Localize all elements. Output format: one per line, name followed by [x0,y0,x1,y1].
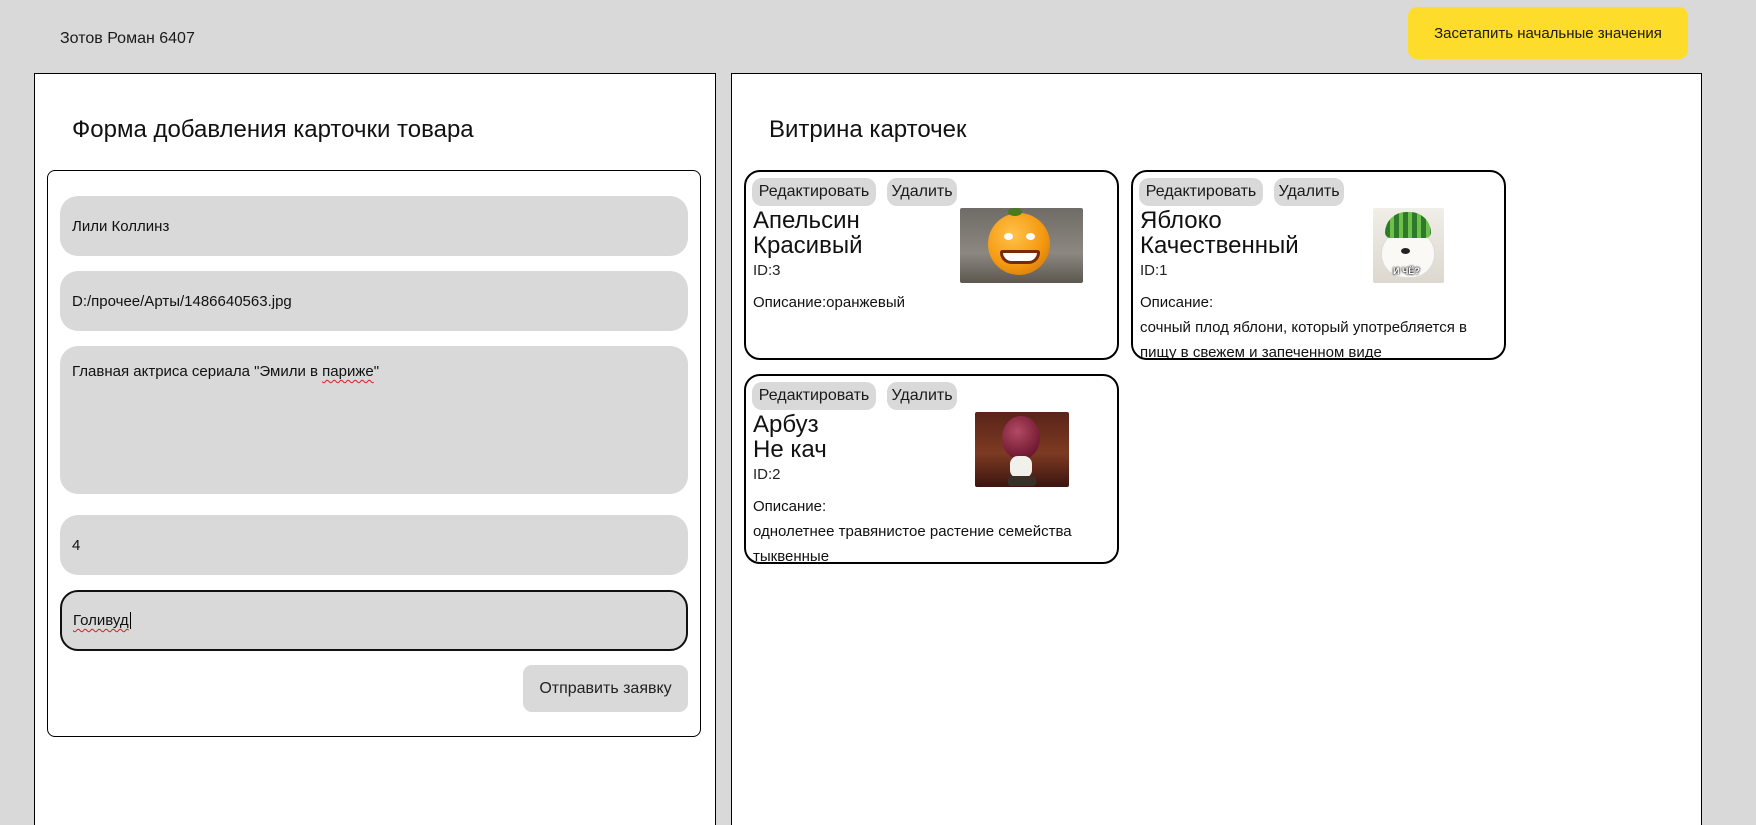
form-title: Форма добавления карточки товара [72,116,474,143]
showcase-panel: Витрина карточек Редактировать Удалить А… [731,73,1702,825]
author-label: Зотов Роман 6407 [60,30,195,47]
card-name: Арбуз Не кач [753,411,827,463]
card-description: Описание: сочный плод яблони, который уп… [1140,294,1467,360]
number-input[interactable]: 4 [60,515,688,575]
image-path-input-value: D:/прочее/Арты/1486640563.jpg [72,292,292,310]
card-description: Описание: однолетнее травянистое растени… [753,498,1072,564]
card-id: ID:1 [1140,262,1168,279]
add-card-form: Лили Коллинз D:/прочее/Арты/1486640563.j… [47,170,701,737]
category-input[interactable]: Голивуд [60,590,688,651]
edit-button[interactable]: Редактировать [1139,178,1263,206]
card-id: ID:3 [753,262,781,279]
description-textarea[interactable]: Главная актриса сериала "Эмили в париже" [60,346,688,494]
reset-initial-values-button[interactable]: Засетапить начальные значения [1408,7,1688,59]
image-path-input[interactable]: D:/прочее/Арты/1486640563.jpg [60,271,688,331]
card-description: Описание:оранжевый [753,294,905,311]
product-card: Редактировать Удалить Арбуз Не кач ID:2 … [744,374,1119,564]
submit-button[interactable]: Отправить заявку [523,665,688,712]
edit-button[interactable]: Редактировать [752,382,876,410]
delete-button[interactable]: Удалить [1274,178,1344,206]
delete-button[interactable]: Удалить [887,178,957,206]
name-input-value: Лили Коллинз [72,217,170,235]
dog-with-watermelon-hat-image: И ЧЁ? [1373,208,1444,283]
plum-figure-image [975,412,1069,487]
text-caret [129,612,131,629]
laughing-orange-image [960,208,1083,283]
card-name: Апельсин Красивый [753,207,863,259]
card-name: Яблоко Качественный [1140,207,1299,259]
delete-button[interactable]: Удалить [887,382,957,410]
category-input-value: Голивуд [73,612,129,629]
product-card: Редактировать Удалить Яблоко Качественны… [1131,170,1506,360]
showcase-title: Витрина карточек [769,116,967,143]
add-card-panel: Форма добавления карточки товара Лили Ко… [34,73,716,825]
name-input[interactable]: Лили Коллинз [60,196,688,256]
edit-button[interactable]: Редактировать [752,178,876,206]
number-input-value: 4 [72,536,81,554]
card-id: ID:2 [753,466,781,483]
product-card: Редактировать Удалить Апельсин Красивый … [744,170,1119,360]
top-bar: Зотов Роман 6407 Засетапить начальные зн… [0,0,1756,74]
description-textarea-value: Главная актриса сериала "Эмили в париже" [72,363,380,380]
